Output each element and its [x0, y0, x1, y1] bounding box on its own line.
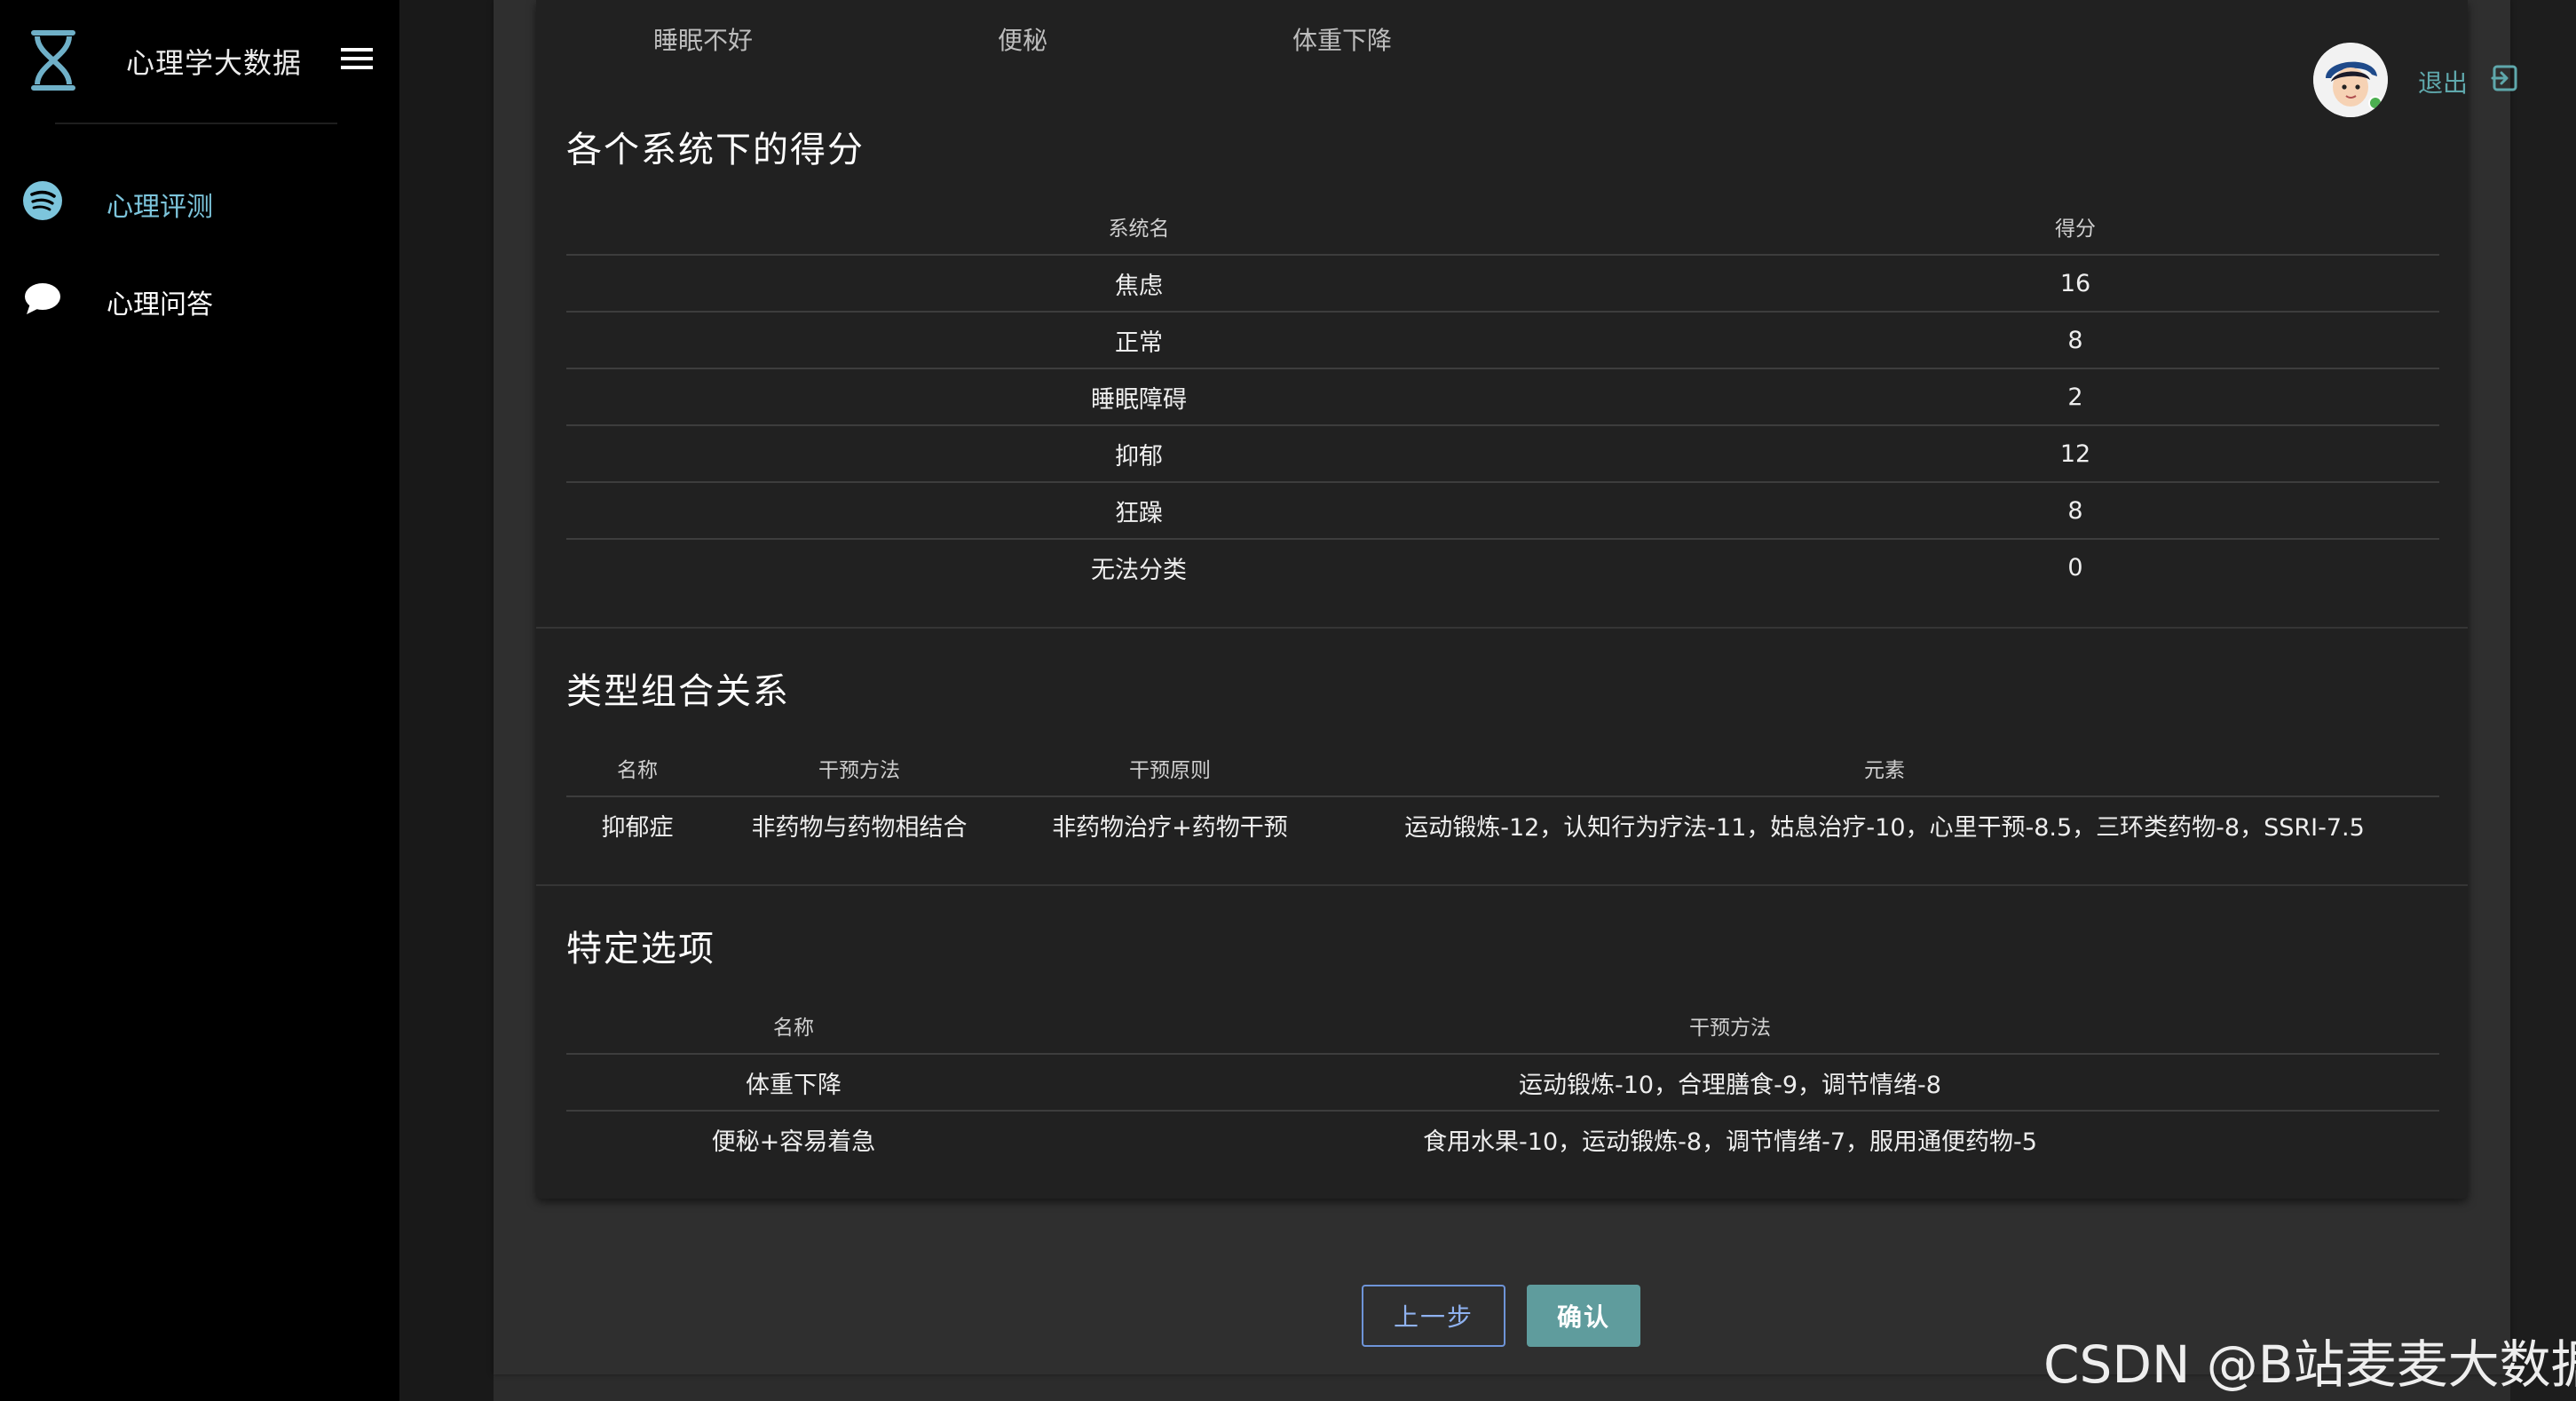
- watermark: CSDN @B站麦麦大数据: [2043, 1334, 2576, 1395]
- option-method-cell: 运动锻炼-10，合理膳食-9，调节情绪-8: [1021, 1054, 2439, 1112]
- section-divider: [536, 884, 2468, 886]
- avatar[interactable]: [2313, 43, 2388, 117]
- column-header: 干预方法: [1021, 998, 2439, 1055]
- table-row: 正常 8: [566, 312, 2439, 369]
- sidebar: 心理学大数据 心理评测 心理问答: [0, 0, 400, 1401]
- system-name-cell: 焦虑: [566, 255, 1711, 313]
- table-row: 便秘+容易着急 食用水果-10，运动锻炼-8，调节情绪-7，服用通便药物-5: [566, 1111, 2439, 1167]
- confirm-button[interactable]: 确认: [1527, 1285, 1640, 1347]
- score-cell: 8: [1711, 312, 2439, 369]
- sidebar-item-psych-assessment[interactable]: 心理评测: [21, 174, 376, 227]
- section-divider: [536, 627, 2468, 629]
- table-row: 无法分类 0: [566, 539, 2439, 595]
- system-name-cell: 无法分类: [1091, 556, 1187, 584]
- column-header: 系统名: [566, 199, 1711, 256]
- table-header-row: 名称 干预方法 干预原则 元素: [566, 740, 2439, 797]
- table-row: 狂躁 8: [566, 482, 2439, 540]
- score-cell: 8: [1711, 482, 2439, 540]
- previous-step-button[interactable]: 上一步: [1362, 1285, 1505, 1347]
- score-cell: 0: [2067, 553, 2083, 582]
- type-combination-title: 类型组合关系: [566, 671, 790, 712]
- sidebar-item-psych-qa[interactable]: 心理问答: [21, 272, 376, 325]
- system-scores-table: 系统名 得分 焦虑 16 正常 8 睡眠障碍 2 抑郁 12 狂躁 8 无法分类…: [566, 199, 2439, 595]
- specific-options-title: 特定选项: [566, 929, 715, 970]
- brand: 心理学大数据: [25, 25, 380, 96]
- sidebar-item-label: 心理问答: [107, 289, 213, 321]
- table-row: 体重下降 运动锻炼-10，合理膳食-9，调节情绪-8: [566, 1054, 2439, 1112]
- logout-link[interactable]: 退出: [2418, 64, 2468, 99]
- intervention-principle-cell: 非药物治疗+药物干预: [1052, 813, 1288, 842]
- score-cell: 2: [1711, 368, 2439, 426]
- content-gutter: [400, 0, 494, 1401]
- elements-cell: 运动锻炼-12，认知行为疗法-11，姑息治疗-10，心里干预-8.5，三环类药物…: [1404, 813, 2365, 842]
- scroll-gutter: [2510, 0, 2576, 1401]
- symptom-tag: 便秘: [998, 26, 1048, 55]
- column-header: 名称: [566, 998, 1021, 1055]
- table-row: 抑郁症 非药物与药物相结合 非药物治疗+药物干预 运动锻炼-12，认知行为疗法-…: [566, 796, 2439, 852]
- option-name-cell: 便秘+容易着急: [711, 1128, 876, 1156]
- app-title: 心理学大数据: [126, 46, 303, 80]
- system-name-cell: 睡眠障碍: [566, 368, 1711, 426]
- table-header-row: 名称 干预方法: [566, 998, 2439, 1055]
- logout-icon[interactable]: [2489, 62, 2521, 94]
- symptom-tag: 体重下降: [1292, 26, 1393, 55]
- column-header: 得分: [1711, 199, 2439, 256]
- system-scores-title: 各个系统下的得分: [566, 130, 865, 170]
- sidebar-divider: [55, 123, 337, 124]
- table-row: 抑郁 12: [566, 425, 2439, 483]
- specific-options-table: 名称 干预方法 体重下降 运动锻炼-10，合理膳食-9，调节情绪-8 便秘+容易…: [566, 998, 2439, 1167]
- score-cell: 16: [1711, 255, 2439, 313]
- score-cell: 12: [1711, 425, 2439, 483]
- chat-bubble-icon: [25, 283, 60, 314]
- intervention-method-cell: 非药物与药物相结合: [751, 813, 968, 842]
- table-row: 睡眠障碍 2: [566, 368, 2439, 426]
- table-row: 焦虑 16: [566, 255, 2439, 313]
- table-header-row: 系统名 得分: [566, 199, 2439, 256]
- column-header: 干预方法: [708, 740, 1010, 797]
- spotify-like-icon: [23, 181, 62, 220]
- system-name-cell: 抑郁: [566, 425, 1711, 483]
- column-header: 干预原则: [1010, 740, 1330, 797]
- column-header: 名称: [566, 740, 708, 797]
- type-combination-table: 名称 干预方法 干预原则 元素 抑郁症 非药物与药物相结合 非药物治疗+药物干预…: [566, 740, 2439, 852]
- sidebar-item-label: 心理评测: [107, 192, 213, 223]
- user-avatar-icon: [2313, 43, 2388, 117]
- hamburger-menu-icon[interactable]: [336, 41, 378, 76]
- option-name-cell: 体重下降: [566, 1054, 1021, 1112]
- option-method-cell: 食用水果-10，运动锻炼-8，调节情绪-7，服用通便药物-5: [1423, 1128, 2037, 1156]
- system-name-cell: 狂躁: [566, 482, 1711, 540]
- result-card: 睡眠不好 便秘 体重下降 各个系统下的得分 系统名 得分 焦虑 16 正常 8 …: [536, 0, 2468, 1199]
- type-name-cell: 抑郁症: [601, 813, 674, 842]
- symptom-tag: 睡眠不好: [653, 26, 754, 55]
- column-header: 元素: [1330, 740, 2439, 797]
- system-name-cell: 正常: [566, 312, 1711, 369]
- dna-logo-icon: [31, 30, 75, 91]
